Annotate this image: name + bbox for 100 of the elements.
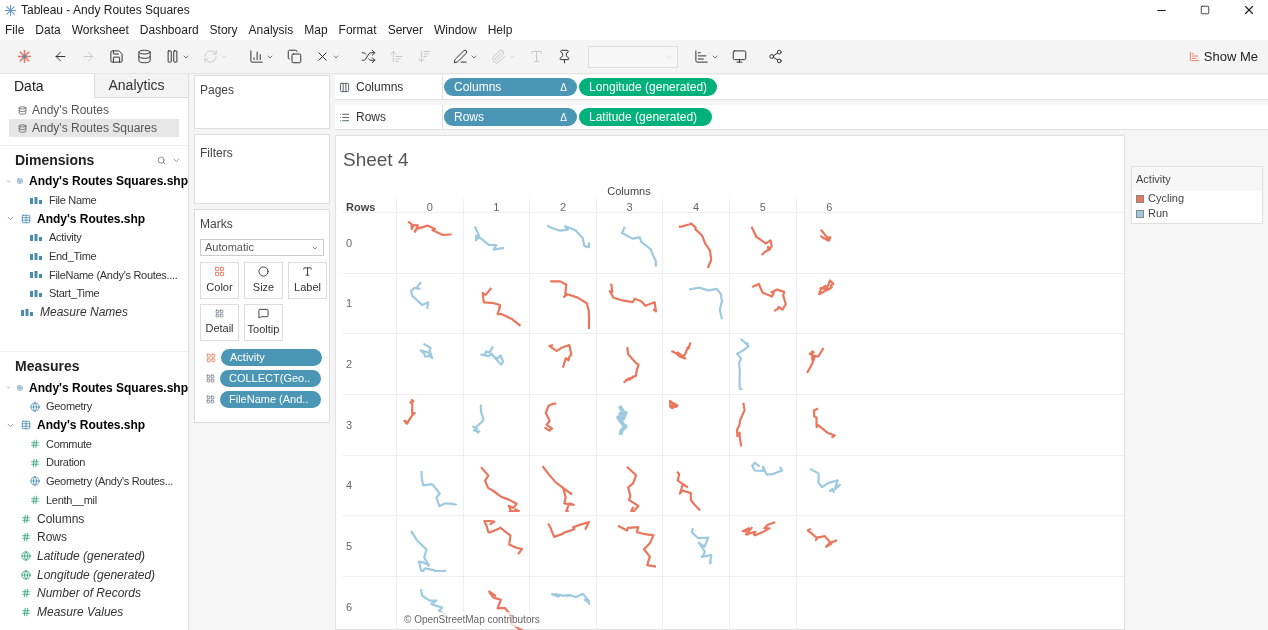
- color-dots-icon: [206, 352, 216, 363]
- field-name[interactable]: Activity: [49, 229, 82, 246]
- field-name[interactable]: Lenth__mil: [46, 491, 97, 509]
- bin-icon: [21, 532, 31, 543]
- menu-item[interactable]: Dashboard: [139, 21, 199, 39]
- number-type-icon: [30, 438, 40, 449]
- window-title: Tableau - Andy Routes Squares: [21, 2, 190, 19]
- row-label: 1: [345, 296, 354, 312]
- logo-icon: [17, 49, 32, 64]
- detail-icon: [206, 374, 215, 383]
- table-name: Andy's Routes.shp: [37, 210, 146, 228]
- table-name: Andy's Routes Squares.shp: [29, 173, 188, 191]
- field-name[interactable]: Geometry: [46, 398, 92, 415]
- row-label: 4: [345, 478, 354, 494]
- column-label: 6: [795, 199, 863, 212]
- tooltip-icon: [258, 307, 269, 319]
- globe-icon: [21, 569, 31, 580]
- show-me-button[interactable]: Show Me: [1188, 46, 1268, 67]
- bin-icon: [21, 588, 31, 599]
- bin-icon: [21, 513, 31, 524]
- database-icon: [18, 105, 27, 115]
- field-name[interactable]: Latitude (generated): [37, 547, 146, 566]
- column-label: 5: [728, 199, 796, 212]
- chart-icon: [1188, 51, 1200, 62]
- row-label: 2: [345, 356, 354, 372]
- section-title: Dimensions: [15, 150, 96, 170]
- table-icon: [17, 176, 24, 187]
- field-name[interactable]: Columns: [37, 509, 85, 528]
- table-name: Andy's Routes.shp: [37, 417, 146, 435]
- field-name[interactable]: Number of Records: [37, 584, 142, 603]
- mark-card-button[interactable]: Color: [200, 262, 239, 299]
- field-name[interactable]: Measure Names: [40, 303, 129, 322]
- maximize-icon[interactable]: [1200, 5, 1210, 15]
- globe-icon: [21, 551, 31, 562]
- field-name[interactable]: Duration: [46, 454, 86, 471]
- mark-card-button[interactable]: Detail: [200, 304, 239, 341]
- string-type-icon: [30, 196, 43, 204]
- row-label: 0: [345, 235, 354, 251]
- data-source-item[interactable]: Andy's Routes: [9, 101, 179, 119]
- columns-icon: [339, 81, 350, 93]
- mark-card-button[interactable]: Size: [244, 262, 283, 299]
- column-label: 3: [595, 199, 663, 212]
- pages-card: Pages: [194, 75, 330, 129]
- menu-item[interactable]: Analysis: [248, 21, 294, 39]
- logo-icon: [4, 3, 17, 17]
- search-icon[interactable]: [157, 155, 166, 165]
- legend-label[interactable]: Run: [1148, 205, 1169, 222]
- menu-item[interactable]: Story: [209, 21, 238, 39]
- menu-item[interactable]: Data: [35, 21, 61, 39]
- table-icon: [21, 420, 31, 431]
- menu-item[interactable]: Window: [433, 21, 477, 39]
- field-name[interactable]: Start_Time: [49, 285, 100, 302]
- row-header: Rows: [345, 200, 377, 212]
- column-label: 2: [529, 199, 596, 212]
- mark-card-button[interactable]: Label: [288, 262, 327, 299]
- number-type-icon: [21, 607, 31, 618]
- field-name[interactable]: File Name: [49, 191, 97, 209]
- menu-item[interactable]: Help: [487, 21, 513, 39]
- field-name[interactable]: Geometry (Andy's Routes...: [46, 473, 173, 490]
- string-type-icon: [30, 289, 43, 297]
- string-type-icon: [30, 271, 43, 279]
- field-name[interactable]: Longitude (generated): [37, 565, 156, 584]
- menu-item[interactable]: Server: [387, 21, 423, 39]
- column-label: 1: [462, 199, 530, 212]
- number-type-icon: [30, 494, 40, 505]
- globe-icon: [30, 401, 40, 412]
- field-name[interactable]: Measure Values: [37, 603, 124, 622]
- mark-type-dropdown[interactable]: Automatic: [200, 239, 324, 256]
- close-icon[interactable]: [1242, 3, 1256, 17]
- mark-card-button[interactable]: Tooltip: [244, 304, 283, 341]
- shelf-label: Columns: [356, 79, 404, 96]
- field-name[interactable]: Commute: [46, 435, 92, 453]
- shelf-label: Rows: [356, 109, 386, 126]
- string-type-icon: [21, 308, 34, 316]
- menu-item[interactable]: File: [5, 21, 25, 39]
- table-icon: [21, 213, 31, 224]
- menu-item[interactable]: Worksheet: [71, 21, 129, 39]
- data-source-item[interactable]: Andy's Routes Squares: [9, 119, 179, 137]
- table-icon: [17, 382, 24, 393]
- detail-icon: [206, 395, 215, 404]
- column-label: 0: [396, 199, 463, 212]
- sheet-title: Sheet 4: [343, 148, 410, 172]
- map-attribution: © OpenStreetMap contributors: [404, 612, 540, 627]
- column-header: Columns: [606, 183, 652, 199]
- string-type-icon: [30, 252, 43, 260]
- number-type-icon: [30, 457, 40, 468]
- row-label: 6: [345, 599, 354, 615]
- filters-card: Filters: [194, 134, 330, 204]
- row-label: 5: [345, 539, 354, 555]
- menu-item[interactable]: Format: [338, 21, 377, 39]
- field-name[interactable]: FileName (Andy's Routes....: [49, 266, 178, 284]
- string-type-icon: [30, 233, 43, 241]
- globe-icon: [30, 476, 40, 487]
- legend-label[interactable]: Cycling: [1148, 190, 1185, 207]
- field-name[interactable]: End_Time: [49, 247, 97, 265]
- field-name[interactable]: Rows: [37, 528, 67, 547]
- panel-tab[interactable]: Analytics: [93, 74, 188, 98]
- table-name: Andy's Routes Squares.shp: [29, 379, 188, 397]
- detail-icon: [215, 308, 224, 318]
- menu-item[interactable]: Map: [304, 21, 328, 39]
